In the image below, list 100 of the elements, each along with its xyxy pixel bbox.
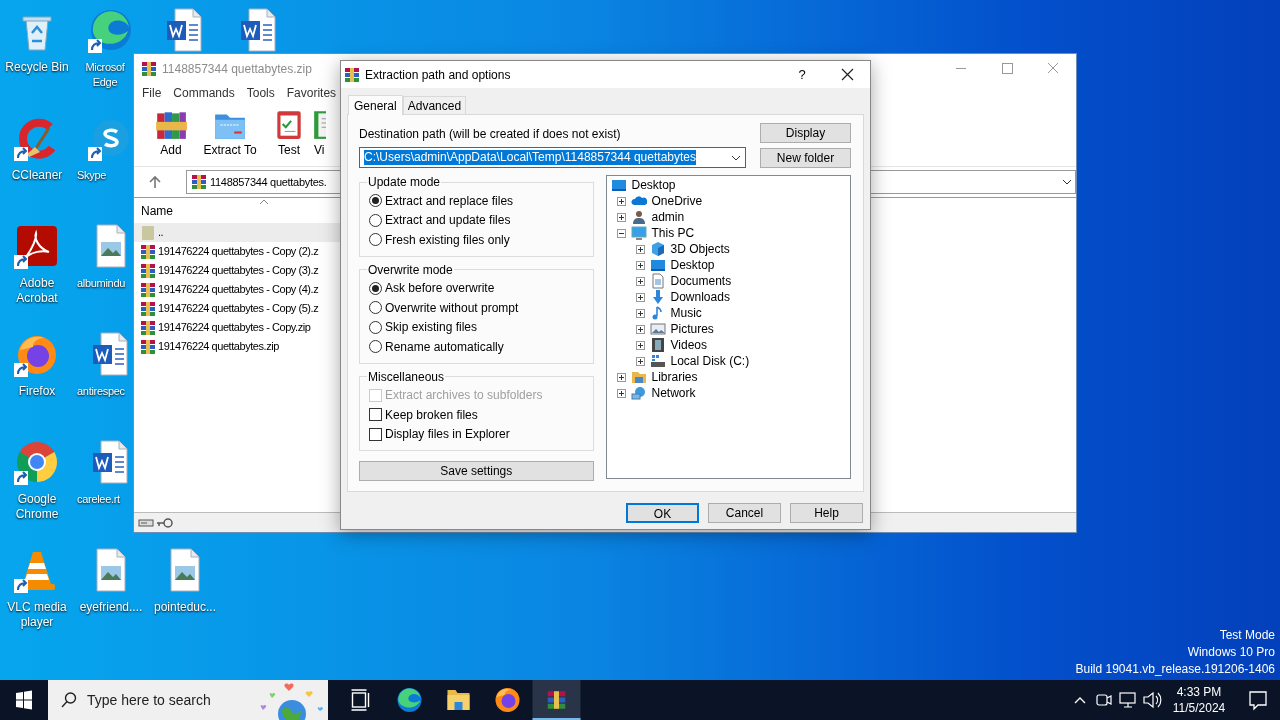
system-info-text: Build 19041.vb_release.191206-1406 xyxy=(1075,661,1275,678)
dialog-button[interactable]: OK xyxy=(626,503,699,523)
file-row[interactable]: .. xyxy=(134,223,340,242)
radio-option[interactable]: Ask before overwrite xyxy=(369,278,584,298)
archive-icon xyxy=(191,174,207,190)
radio-button-icon[interactable] xyxy=(369,301,382,315)
expand-icon[interactable] xyxy=(616,372,626,382)
menu-item[interactable]: File xyxy=(136,84,168,102)
tree-item[interactable]: OneDrive xyxy=(651,192,703,210)
search-field[interactable]: Type here to search xyxy=(48,680,328,720)
library-folder-icon xyxy=(630,369,647,385)
sort-caret-icon xyxy=(259,199,269,205)
clock[interactable]: 4:33 PM 11/5/2024 xyxy=(1168,684,1230,716)
menu-item[interactable]: Favorites xyxy=(280,84,343,102)
radio-option[interactable]: Fresh existing files only xyxy=(369,230,584,250)
picture-icon xyxy=(649,321,666,337)
archive-icon xyxy=(140,300,156,317)
expand-icon[interactable] xyxy=(635,324,645,334)
radio-button-icon[interactable] xyxy=(369,340,382,354)
expand-icon[interactable] xyxy=(635,276,645,286)
archive-icon xyxy=(141,60,157,77)
archive-icon xyxy=(140,319,156,336)
archive-icon[interactable] xyxy=(532,680,581,720)
side-button[interactable]: Display xyxy=(760,123,851,143)
drive-icon xyxy=(649,353,666,369)
document-icon xyxy=(649,273,666,289)
radio-option[interactable]: Extract and update files xyxy=(369,210,584,230)
radio-button-icon[interactable] xyxy=(369,194,382,208)
collapse-icon[interactable] xyxy=(616,228,626,238)
toolbar-button[interactable]: Extract To xyxy=(196,103,264,166)
tree-item[interactable]: Documents xyxy=(670,272,732,290)
toolbar-button[interactable]: Vi xyxy=(314,103,328,166)
file-row[interactable]: 191476224 quettabytes - Copy.zip xyxy=(134,318,340,337)
checkbox-icon[interactable] xyxy=(369,427,382,441)
dialog-button[interactable]: Cancel xyxy=(708,503,781,523)
expand-icon[interactable] xyxy=(616,388,626,398)
save-settings-button[interactable]: Save settings xyxy=(359,461,594,481)
expand-icon[interactable] xyxy=(635,340,645,350)
desktop-icon xyxy=(649,257,666,273)
expand-icon[interactable] xyxy=(635,356,645,366)
radio-option[interactable]: Skip existing files xyxy=(369,317,584,337)
radio-option[interactable]: Extract and replace files xyxy=(369,191,584,211)
tree-item[interactable]: Downloads xyxy=(670,288,730,306)
desktop-icon xyxy=(610,177,627,193)
tree-item[interactable]: Desktop xyxy=(631,176,676,194)
expand-icon[interactable] xyxy=(616,212,626,222)
tab[interactable]: Advanced xyxy=(402,96,467,114)
network-icon xyxy=(630,385,647,401)
expand-icon[interactable] xyxy=(635,260,645,270)
group-title: Overwrite mode xyxy=(367,262,454,277)
key-icon xyxy=(156,516,174,529)
menu-item[interactable]: Tools xyxy=(240,84,281,102)
radio-button-icon[interactable] xyxy=(369,281,382,295)
radio-option[interactable]: Rename automatically xyxy=(369,337,584,357)
checkbox-option[interactable]: Keep broken files xyxy=(369,405,584,425)
tree-item[interactable]: Music xyxy=(670,304,702,322)
window-title: 1148857344 quettabytes.zip xyxy=(162,60,312,78)
file-row[interactable]: 191476224 quettabytes - Copy (3).z xyxy=(134,261,340,280)
menu-item[interactable]: Commands xyxy=(167,84,241,102)
tree-item[interactable]: admin xyxy=(651,208,685,226)
file-row[interactable]: 191476224 quettabytes - Copy (5).z xyxy=(134,299,340,318)
radio-button-icon[interactable] xyxy=(369,233,382,247)
tab[interactable]: General xyxy=(348,95,403,115)
help-button[interactable]: ? xyxy=(790,61,814,88)
file-row[interactable]: 191476224 quettabytes - Copy (4).z xyxy=(134,280,340,299)
toolbar-button[interactable]: Test xyxy=(264,103,314,166)
system-info-text: Test Mode xyxy=(1219,627,1275,644)
expand-icon[interactable] xyxy=(635,244,645,254)
user-icon xyxy=(630,209,647,225)
tree-item[interactable]: 3D Objects xyxy=(670,240,730,258)
group-title: Miscellaneous xyxy=(367,369,446,384)
expand-icon[interactable] xyxy=(616,196,626,206)
tree-item[interactable]: Network xyxy=(651,384,696,402)
tree-item[interactable]: This PC xyxy=(651,224,695,242)
tree-item[interactable]: Libraries xyxy=(651,368,698,386)
side-button[interactable]: New folder xyxy=(760,148,851,168)
path-field[interactable]: C:\Users\admin\AppData\Local\Temp\1148857344 quettabytes xyxy=(359,147,746,168)
file-row[interactable]: 191476224 quettabytes.zip xyxy=(134,337,340,356)
dialog-button[interactable]: Help xyxy=(790,503,863,523)
toolbar-button[interactable]: Add xyxy=(146,103,196,166)
tree-item[interactable]: Videos xyxy=(670,336,707,354)
column-header[interactable]: Name xyxy=(141,202,173,223)
expand-icon[interactable] xyxy=(635,308,645,318)
tree-item[interactable]: Local Disk (C:) xyxy=(670,352,750,370)
tree-item[interactable]: Pictures xyxy=(670,320,714,338)
radio-button-icon[interactable] xyxy=(369,213,382,227)
archive-icon xyxy=(140,338,156,355)
file-row[interactable]: 191476224 quettabytes - Copy (2).z xyxy=(134,242,340,261)
checkbox-option[interactable]: Display files in Explorer xyxy=(369,424,584,444)
checkbox-icon[interactable] xyxy=(369,408,382,422)
tree-item[interactable]: Desktop xyxy=(670,256,715,274)
system-info-text: Windows 10 Pro xyxy=(1187,644,1275,661)
dropdown-caret-icon xyxy=(1061,178,1073,186)
radio-button-icon[interactable] xyxy=(369,320,382,334)
archive-icon xyxy=(344,66,360,83)
field-label: Destination path (will be created if does not exist) xyxy=(359,127,622,142)
archive-icon xyxy=(140,243,156,260)
folder-up-icon xyxy=(140,224,156,241)
expand-icon[interactable] xyxy=(635,292,645,302)
radio-option[interactable]: Overwrite without prompt xyxy=(369,298,584,318)
